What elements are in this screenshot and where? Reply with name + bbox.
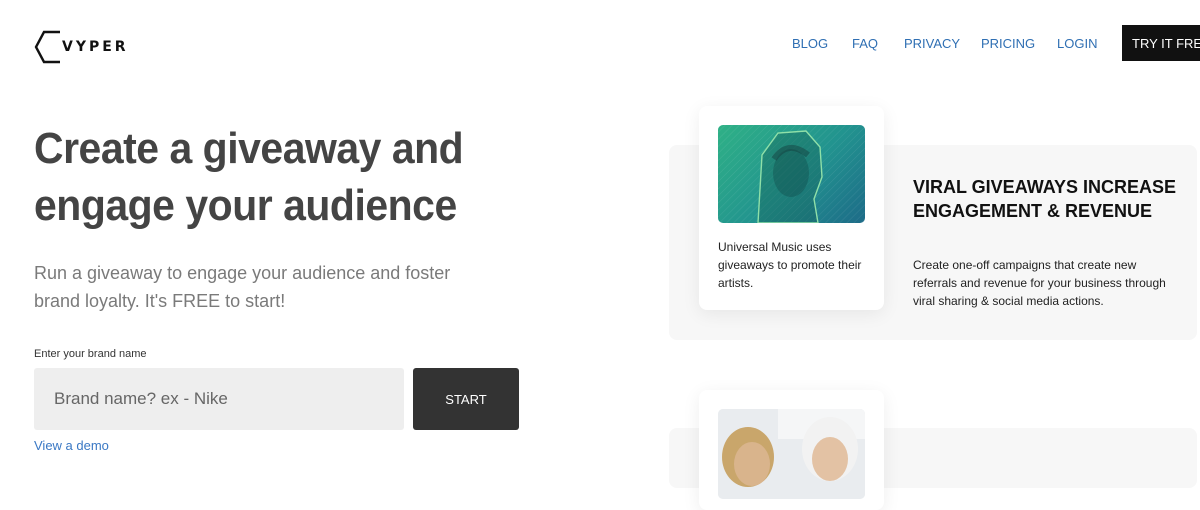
nav-faq[interactable]: FAQ xyxy=(852,36,878,51)
logo[interactable]: VYPER xyxy=(34,30,129,64)
nav-login[interactable]: LOGIN xyxy=(1057,36,1097,51)
feature-title: VIRAL GIVEAWAYS INCREASE ENGAGEMENT & RE… xyxy=(913,177,1177,221)
people-image xyxy=(718,409,865,499)
feature-card-2 xyxy=(699,390,884,510)
hero-title: Create a giveaway and engage your audien… xyxy=(34,124,464,230)
start-button[interactable]: START xyxy=(413,368,519,430)
feature-description: Create one-off campaigns that create new… xyxy=(913,258,1166,308)
view-demo-link[interactable]: View a demo xyxy=(34,438,109,453)
people-photo-graphic xyxy=(718,409,865,499)
artist-image xyxy=(718,125,865,223)
card-caption: Universal Music uses giveaways to promot… xyxy=(718,240,862,290)
brand-name-input[interactable] xyxy=(34,368,404,430)
vyper-logo-icon xyxy=(34,30,60,64)
feature-card: Universal Music uses giveaways to promot… xyxy=(699,106,884,310)
nav-pricing[interactable]: PRICING xyxy=(981,36,1035,51)
logo-text: VYPER xyxy=(62,39,129,55)
try-it-free-button[interactable]: TRY IT FREE xyxy=(1122,25,1200,61)
nav-privacy[interactable]: PRIVACY xyxy=(904,36,960,51)
brand-input-label: Enter your brand name xyxy=(34,348,147,360)
hero-subtitle: Run a giveaway to engage your audience a… xyxy=(34,263,451,311)
nav-blog[interactable]: BLOG xyxy=(792,36,828,51)
artist-portrait-graphic xyxy=(718,125,865,223)
